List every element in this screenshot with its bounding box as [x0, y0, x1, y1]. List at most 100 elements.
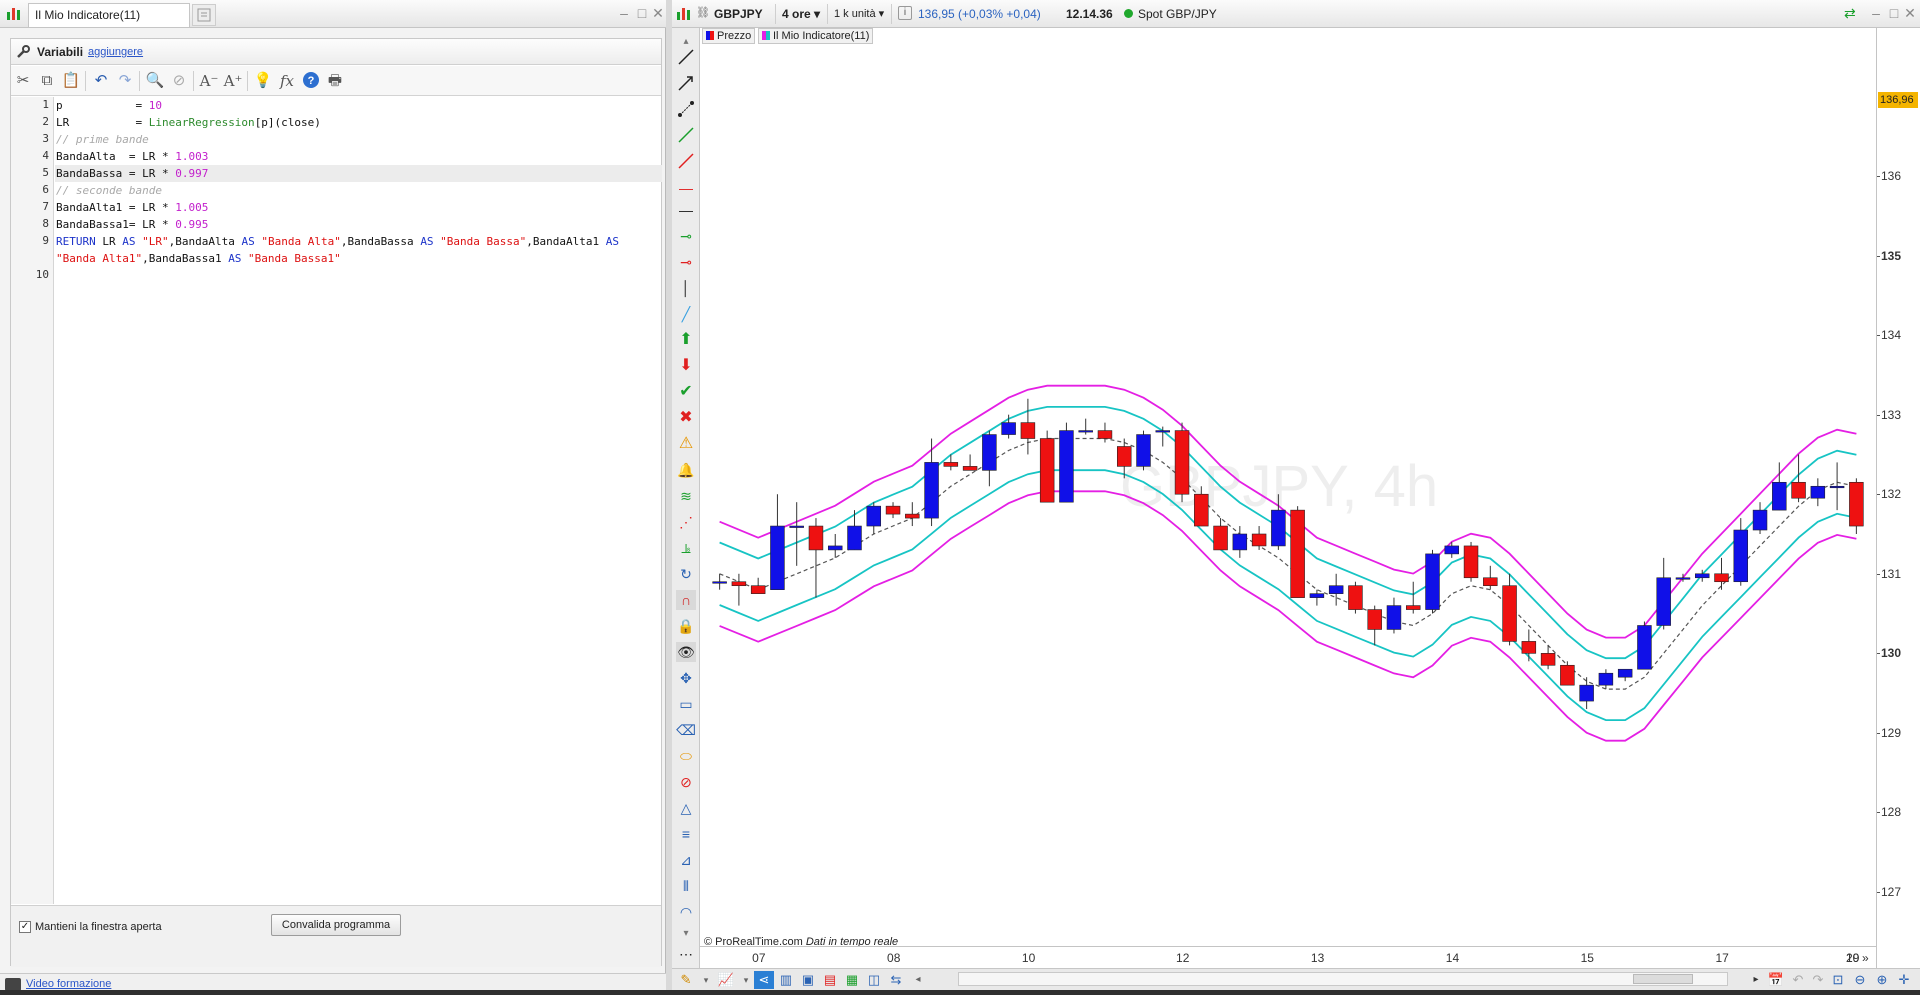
horizontal-red-line-icon[interactable]: — — [676, 178, 696, 198]
triangle-tool-icon[interactable]: △ — [676, 798, 696, 818]
dropdown-icon[interactable]: ▾ — [736, 971, 756, 989]
zoom-in-icon[interactable]: ⊕ — [1872, 971, 1892, 989]
chart-scrollbar[interactable] — [958, 972, 1728, 986]
horizontal-line-icon[interactable]: — — [676, 200, 696, 220]
more-tools-icon[interactable]: ⋯ — [676, 944, 696, 964]
delete-drawings-icon[interactable]: ⊘ — [676, 772, 696, 792]
redo-icon[interactable]: ↷ — [115, 71, 135, 91]
code-line: p = 10 — [56, 99, 162, 112]
lightbulb-icon[interactable]: 💡 — [253, 71, 273, 91]
candle-up — [1155, 430, 1171, 433]
date-more-icon[interactable]: » — [1862, 951, 1869, 965]
font-increase-icon[interactable]: A⁺ — [223, 71, 243, 91]
close-icon[interactable]: ✕ — [650, 5, 666, 21]
list-icon[interactable]: ▤ — [820, 971, 840, 989]
function-icon[interactable]: fx — [277, 71, 297, 91]
tab-indicator[interactable]: Il Mio Indicatore(11) — [28, 3, 190, 27]
magnet-icon[interactable]: ∩ — [676, 590, 696, 610]
sync-icon[interactable]: ⇄ — [1844, 5, 1864, 23]
scroll-down-icon[interactable]: ▾ — [676, 924, 696, 944]
check-icon[interactable]: ✔ — [676, 382, 696, 402]
cross-icon[interactable]: ✖ — [676, 408, 696, 428]
lock-icon[interactable]: 🔒 — [676, 616, 696, 636]
paste-icon[interactable]: 📋 — [61, 71, 81, 91]
chart-area[interactable]: Prezzo Il Mio Indicatore(11) GBPJPY, 4h … — [700, 28, 1876, 956]
window-icon[interactable]: ▣ — [798, 971, 818, 989]
channel-tool-icon[interactable]: ╱ — [676, 304, 696, 324]
buy-arrow-icon[interactable]: ⬆ — [676, 330, 696, 350]
sell-arrow-icon[interactable]: ⬇ — [676, 356, 696, 376]
search-icon[interactable]: 🔍 — [145, 71, 165, 91]
comment-icon[interactable]: ⊘ — [169, 71, 189, 91]
units-dropdown[interactable]: 1 k unità ▾ — [830, 4, 892, 24]
scroll-right-icon[interactable]: ▸ — [1746, 971, 1766, 989]
rectangle-tool-icon[interactable]: ▭ — [676, 694, 696, 714]
scrollbar-thumb[interactable] — [1633, 974, 1693, 984]
fibonacci-icon[interactable]: ≋ — [676, 486, 696, 506]
fib-fan-icon[interactable]: ⊿ — [676, 850, 696, 870]
pencil-icon[interactable]: ✎ — [676, 971, 696, 989]
alert-bell-icon[interactable]: 🔔 — [676, 460, 696, 480]
redo-chart-icon[interactable]: ↷ — [1808, 971, 1828, 989]
chart-compare-icon[interactable]: ⇆ — [886, 971, 906, 989]
date-axis[interactable]: 07 08 10 12 13 14 15 17 19 20» — [700, 946, 1876, 968]
validate-program-button[interactable]: Convalida programma — [271, 914, 401, 936]
trendline-red-icon[interactable] — [676, 152, 696, 172]
crosshair-icon[interactable]: ✛ — [1894, 971, 1914, 989]
add-variable-link[interactable]: aggiungere — [88, 46, 143, 58]
line-tool-icon[interactable] — [676, 48, 696, 68]
eraser-icon[interactable]: ⌫ — [676, 720, 696, 740]
zoom-fit-icon[interactable]: ⊡ — [1828, 971, 1848, 989]
arc-tool-icon[interactable]: ◠ — [676, 902, 696, 922]
scroll-left-icon[interactable]: ◂ — [908, 971, 928, 989]
link-icon[interactable]: ⛓ — [696, 6, 710, 22]
cut-icon[interactable]: ✂ — [13, 71, 33, 91]
candle-up — [924, 462, 939, 519]
ellipse-tool-icon[interactable]: ⬭ — [676, 746, 696, 766]
price-axis[interactable]: 136 135 134 133 132 131 130 129 128 127 136,96 — [1876, 28, 1920, 968]
share-icon[interactable]: ⋖ — [754, 971, 774, 989]
pitchfork-icon[interactable]: ⫡ — [676, 538, 696, 558]
code-line-current: BandaBassa = LR * 0.997 — [55, 165, 662, 182]
candle-up — [1425, 553, 1440, 610]
support-line-icon[interactable]: ⊸ — [676, 226, 696, 246]
symbol-dropdown[interactable]: GBPJPY ▾ — [710, 4, 776, 41]
segment-tool-icon[interactable] — [676, 100, 696, 120]
resistance-line-icon[interactable]: ⊸ — [676, 252, 696, 272]
add-indicator-icon[interactable]: 📈 — [716, 971, 736, 989]
vertical-line-icon[interactable]: │ — [676, 278, 696, 298]
code-text-area[interactable]: p = 10 LR = LinearRegression[p](close) /… — [55, 97, 662, 904]
undo-icon[interactable]: ↶ — [91, 71, 111, 91]
timeframe-dropdown[interactable]: 4 ore ▾ — [778, 4, 828, 24]
move-icon[interactable]: ✥ — [676, 668, 696, 688]
new-tab-button[interactable] — [192, 4, 216, 26]
minimize-icon[interactable]: – — [616, 5, 632, 21]
close-icon[interactable]: ✕ — [1902, 5, 1918, 21]
layout-icon[interactable]: ▥ — [776, 971, 796, 989]
undo-chart-icon[interactable]: ↶ — [1788, 971, 1808, 989]
dropdown-icon[interactable]: ▾ — [696, 971, 716, 989]
maximize-icon[interactable]: □ — [634, 5, 650, 21]
fib-time-icon[interactable]: ⦀ — [676, 876, 696, 896]
help-icon[interactable]: ? — [301, 71, 321, 91]
fan-tool-icon[interactable]: ⋰ — [676, 512, 696, 532]
maximize-icon[interactable]: □ — [1886, 5, 1902, 21]
eye-icon[interactable]: 👁 — [676, 642, 696, 662]
warning-icon[interactable]: ⚠ — [676, 434, 696, 454]
line-number: 5 — [42, 166, 49, 179]
calendar-icon[interactable]: 📅 — [1766, 971, 1786, 989]
font-decrease-icon[interactable]: A⁻ — [199, 71, 219, 91]
video-tutorial-link[interactable]: Video formazione — [26, 978, 111, 990]
zoom-out-icon[interactable]: ⊖ — [1850, 971, 1870, 989]
copy-icon[interactable]: ⧉ — [37, 71, 57, 91]
keep-open-checkbox[interactable]: ✓ — [19, 921, 31, 933]
minimize-icon[interactable]: – — [1868, 5, 1884, 21]
arrow-tool-icon[interactable] — [676, 74, 696, 94]
screens-icon[interactable]: ◫ — [864, 971, 884, 989]
fib-levels-icon[interactable]: ≡ — [676, 824, 696, 844]
grid-icon[interactable]: ▦ — [842, 971, 862, 989]
info-icon[interactable]: i — [898, 6, 912, 20]
cycle-tool-icon[interactable]: ↻ — [676, 564, 696, 584]
print-icon[interactable]: 🖶 — [325, 71, 345, 91]
trendline-green-icon[interactable] — [676, 126, 696, 146]
